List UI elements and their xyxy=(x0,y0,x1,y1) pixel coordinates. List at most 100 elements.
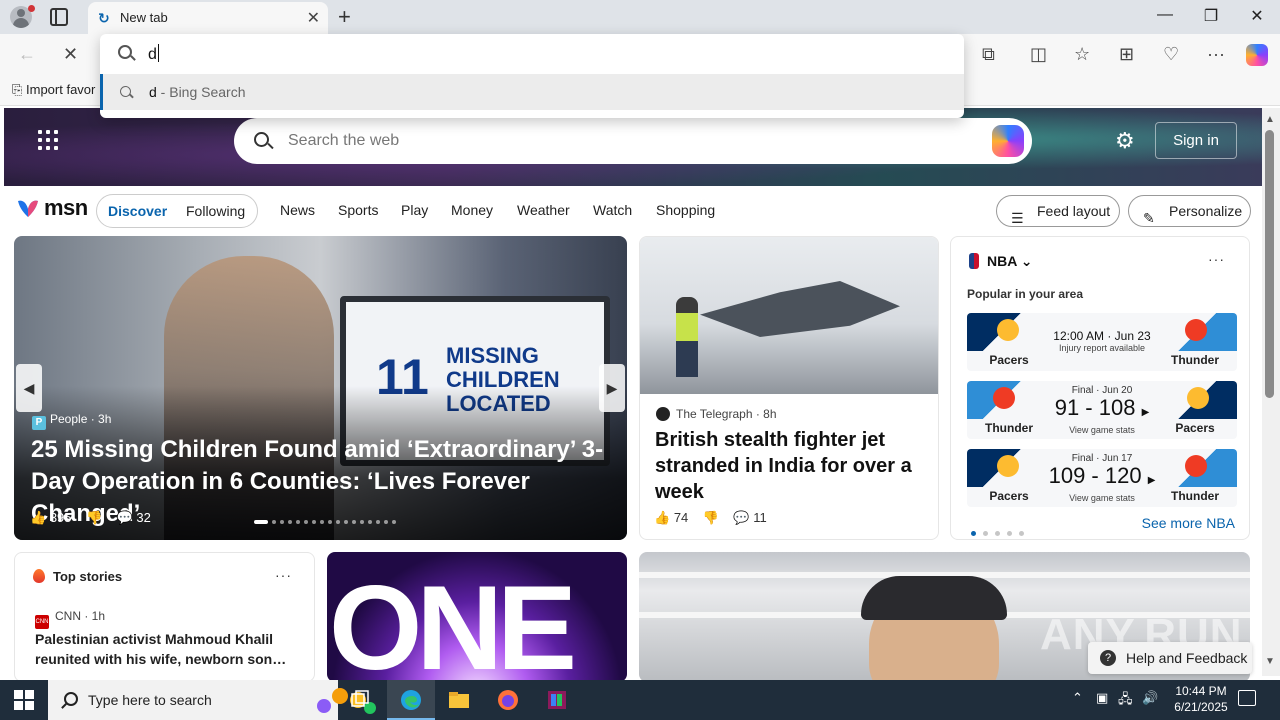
play-arrow-icon: ▶ xyxy=(1141,407,1150,418)
taskbar-search-box[interactable]: Type here to search xyxy=(48,680,376,720)
team-name: Pacers xyxy=(989,353,1029,367)
main-story-card[interactable]: 11 MISSINGCHILDRENLOCATED ◀ ▶ PPeople · … xyxy=(14,236,627,540)
game-card[interactable]: 12:00 AM · Jun 23 Injury report availabl… xyxy=(967,313,1237,371)
nav-news[interactable]: News xyxy=(280,202,315,218)
nav-play[interactable]: Play xyxy=(401,202,428,218)
tab-following[interactable]: Following xyxy=(186,203,245,219)
game-card[interactable]: Final · Jun 20 91 - 108 ▶ View game stat… xyxy=(967,381,1237,439)
jet-story-card[interactable]: The Telegraph · 8h British stealth fight… xyxy=(639,236,939,540)
tab-title: New tab xyxy=(120,10,168,25)
tab-discover[interactable]: Discover xyxy=(108,203,167,219)
address-bar-input[interactable]: d xyxy=(100,34,964,74)
nav-watch[interactable]: Watch xyxy=(593,202,632,218)
fighter-jet-shape xyxy=(700,281,900,337)
personalize-button[interactable]: ✎ Personalize xyxy=(1128,195,1251,227)
scrollbar-thumb[interactable] xyxy=(1265,130,1274,398)
tray-device-icon[interactable]: ▣ xyxy=(1096,690,1108,706)
more-options-icon[interactable]: ··· xyxy=(1208,251,1225,267)
carousel-prev-button[interactable]: ◀ xyxy=(16,364,42,412)
extensions-icon[interactable]: ⧉ xyxy=(982,44,995,65)
like-icon[interactable]: 👍 xyxy=(654,510,670,525)
settings-more-icon[interactable]: ··· xyxy=(1207,44,1225,65)
split-screen-icon[interactable]: ◫ xyxy=(1030,44,1047,65)
gear-icon[interactable]: ⚙ xyxy=(1115,128,1135,154)
feed-layout-button[interactable]: ☰ Feed layout xyxy=(996,195,1120,227)
taskbar-explorer-button[interactable] xyxy=(435,680,483,720)
nav-weather[interactable]: Weather xyxy=(517,202,570,218)
scroll-down-arrow-icon[interactable]: ▼ xyxy=(1265,656,1275,667)
restore-button[interactable]: ❐ xyxy=(1188,6,1234,26)
like-icon[interactable]: 👍 xyxy=(30,510,46,525)
taskbar-winrar-button[interactable] xyxy=(533,680,581,720)
msn-wordmark: msn xyxy=(44,195,88,220)
play-arrow-icon: ▶ xyxy=(1147,475,1156,486)
team-name: Pacers xyxy=(1175,421,1215,435)
taskbar-clock[interactable]: 10:44 PM 6/21/2025 xyxy=(1168,683,1234,715)
see-more-nba-link[interactable]: See more NBA xyxy=(1142,515,1235,531)
tray-expand-icon[interactable]: ⌃ xyxy=(1072,690,1083,706)
close-tab-icon[interactable]: ✕ xyxy=(307,8,320,28)
task-view-button[interactable] xyxy=(336,680,384,720)
scroll-up-arrow-icon[interactable]: ▲ xyxy=(1265,114,1275,125)
windows-start-icon[interactable] xyxy=(14,690,34,710)
back-icon[interactable]: ← xyxy=(18,44,36,65)
taskbar-firefox-button[interactable] xyxy=(484,680,532,720)
people-source-icon: P xyxy=(32,416,46,430)
pacers-logo-icon xyxy=(967,313,1027,351)
suggestion-query: d xyxy=(149,84,157,100)
stop-loading-icon[interactable]: ✕ xyxy=(63,44,78,65)
dislike-icon[interactable]: 👎 xyxy=(86,510,102,525)
close-window-button[interactable]: ✕ xyxy=(1234,6,1280,26)
comment-icon[interactable]: 💬 xyxy=(733,510,749,525)
tab-new-tab[interactable]: ↻ New tab ✕ xyxy=(88,2,328,34)
carousel-next-button[interactable]: ▶ xyxy=(599,364,625,412)
taskbar-edge-button[interactable] xyxy=(387,680,435,720)
profile-notification-dot xyxy=(28,5,35,12)
browser-essentials-icon[interactable]: ♡ xyxy=(1163,44,1179,65)
import-favorites-link[interactable]: ⎘ Import favor xyxy=(12,82,95,98)
search-suggestion[interactable]: d - Bing Search xyxy=(100,74,964,110)
copilot-icon[interactable] xyxy=(992,125,1024,157)
pacers-logo-icon xyxy=(967,449,1027,487)
new-tab-button[interactable]: + xyxy=(338,4,351,30)
view-stats-link[interactable]: View game stats xyxy=(1037,425,1167,435)
game-status: Injury report available xyxy=(1058,343,1146,353)
one-promo-card[interactable]: ONE xyxy=(327,552,627,682)
app-launcher-icon[interactable] xyxy=(38,130,58,150)
top-story-headline[interactable]: Palestinian activist Mahmoud Khalil reun… xyxy=(35,629,295,669)
tab-actions-icon[interactable] xyxy=(50,8,68,26)
network-icon[interactable]: 🖧 xyxy=(1118,690,1133,712)
clock-date: 6/21/2025 xyxy=(1174,700,1228,714)
help-feedback-button[interactable]: ? Help and Feedback xyxy=(1088,642,1252,674)
personalize-icon: ✎ xyxy=(1143,210,1155,226)
feed-mode-tabs: Discover Following xyxy=(96,194,258,228)
edge-icon xyxy=(401,690,421,710)
more-options-icon[interactable]: ··· xyxy=(275,567,292,583)
view-stats-link[interactable]: View game stats xyxy=(1037,493,1167,503)
web-search-box[interactable]: Search the web xyxy=(234,118,1032,164)
minimize-button[interactable]: — xyxy=(1142,6,1188,24)
nav-money[interactable]: Money xyxy=(451,202,493,218)
game-card[interactable]: Final · Jun 17 109 - 120 ▶ View game sta… xyxy=(967,449,1237,507)
ground-crew-figure xyxy=(676,297,698,377)
story-reactions: 👍 74 👎 💬 11 xyxy=(654,510,767,525)
collections-icon[interactable]: ⊞ xyxy=(1119,44,1134,65)
flame-icon xyxy=(33,569,45,583)
jet-story-headline[interactable]: British stealth fighter jet stranded in … xyxy=(655,427,925,505)
sliders-icon: ☰ xyxy=(1011,210,1024,226)
notification-center-icon[interactable] xyxy=(1238,690,1256,706)
copilot-icon[interactable] xyxy=(1246,44,1268,66)
telegraph-source-icon xyxy=(656,407,670,421)
sign-in-button[interactable]: Sign in xyxy=(1155,122,1237,159)
comment-icon[interactable]: 💬 xyxy=(117,510,133,525)
favorites-star-icon[interactable]: ☆ xyxy=(1074,44,1090,65)
nba-league-selector[interactable]: NBA ⌄ xyxy=(969,253,1032,270)
folder-icon xyxy=(449,692,469,708)
thunder-logo-icon xyxy=(967,381,1027,419)
volume-icon[interactable]: 🔊 xyxy=(1142,690,1158,706)
nav-sports[interactable]: Sports xyxy=(338,202,378,218)
search-icon xyxy=(118,45,132,59)
nav-shopping[interactable]: Shopping xyxy=(656,202,715,218)
address-bar-query: d xyxy=(148,46,157,63)
dislike-icon[interactable]: 👎 xyxy=(703,510,719,525)
